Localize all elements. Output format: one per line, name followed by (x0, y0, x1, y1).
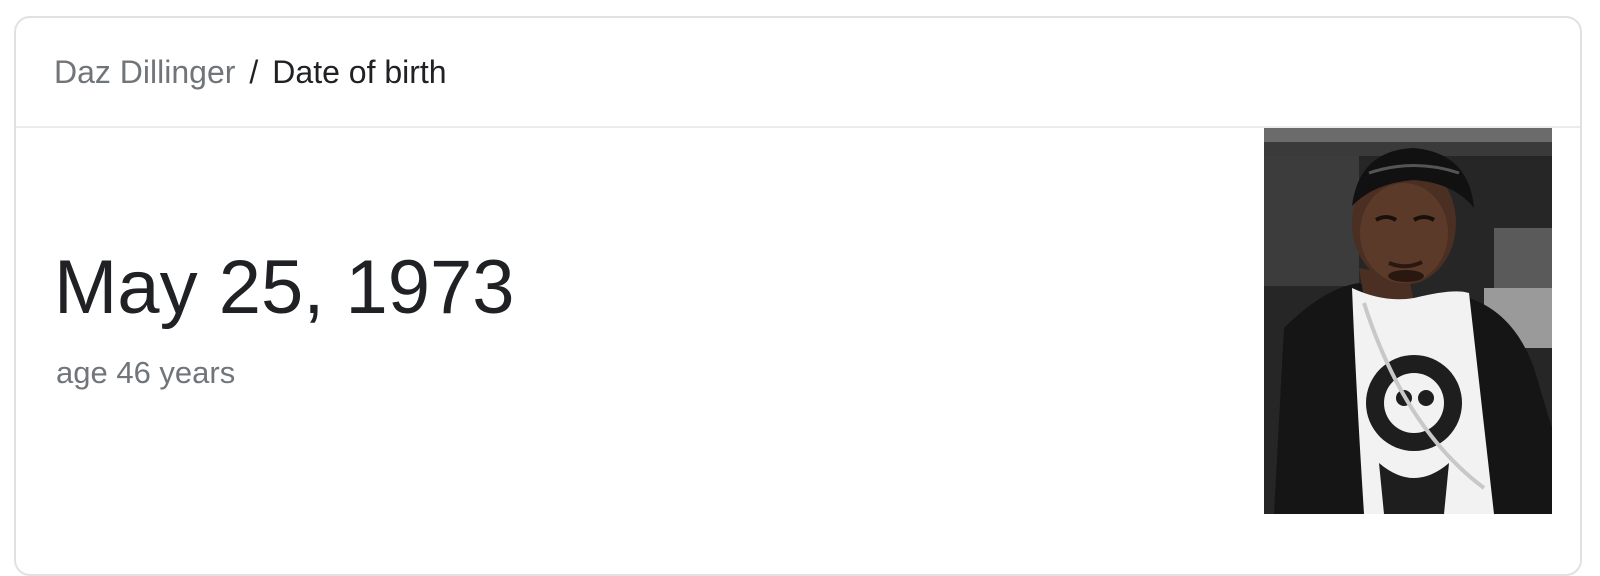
card-body: May 25, 1973 age 46 years (16, 128, 1580, 574)
breadcrumb-separator: / (249, 53, 259, 90)
breadcrumb-entity-link[interactable]: Daz Dillinger (54, 54, 235, 91)
knowledge-card: Daz Dillinger / Date of birth May 25, 19… (14, 16, 1582, 576)
breadcrumb-attribute: Date of birth (272, 53, 447, 90)
answer-value: May 25, 1973 (54, 245, 515, 330)
card-header: Daz Dillinger / Date of birth (16, 18, 1580, 128)
portrait-image (1264, 128, 1552, 514)
entity-photo[interactable] (1264, 128, 1552, 514)
answer-subtext: age 46 years (56, 355, 236, 390)
